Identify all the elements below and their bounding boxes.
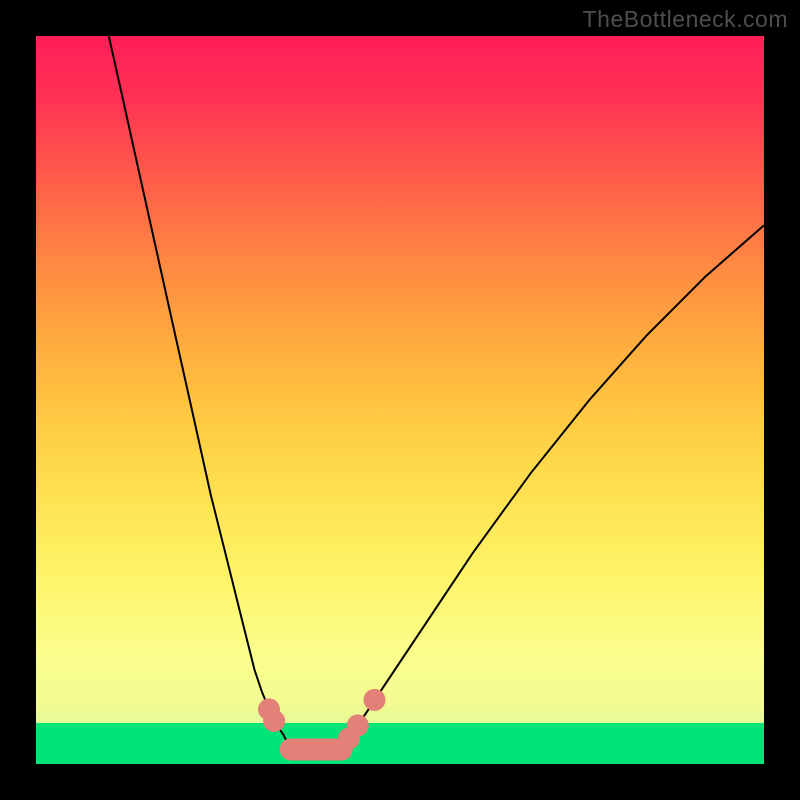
curve-right-branch	[342, 225, 764, 749]
curve-left-branch	[109, 36, 291, 749]
watermark-text: TheBottleneck.com	[583, 6, 788, 33]
marker-dot	[347, 714, 369, 736]
marker-dot	[364, 689, 386, 711]
chart-frame: TheBottleneck.com	[0, 0, 800, 800]
plot-area	[36, 36, 764, 764]
curve-layer	[36, 36, 764, 764]
marker-dot	[263, 710, 285, 732]
